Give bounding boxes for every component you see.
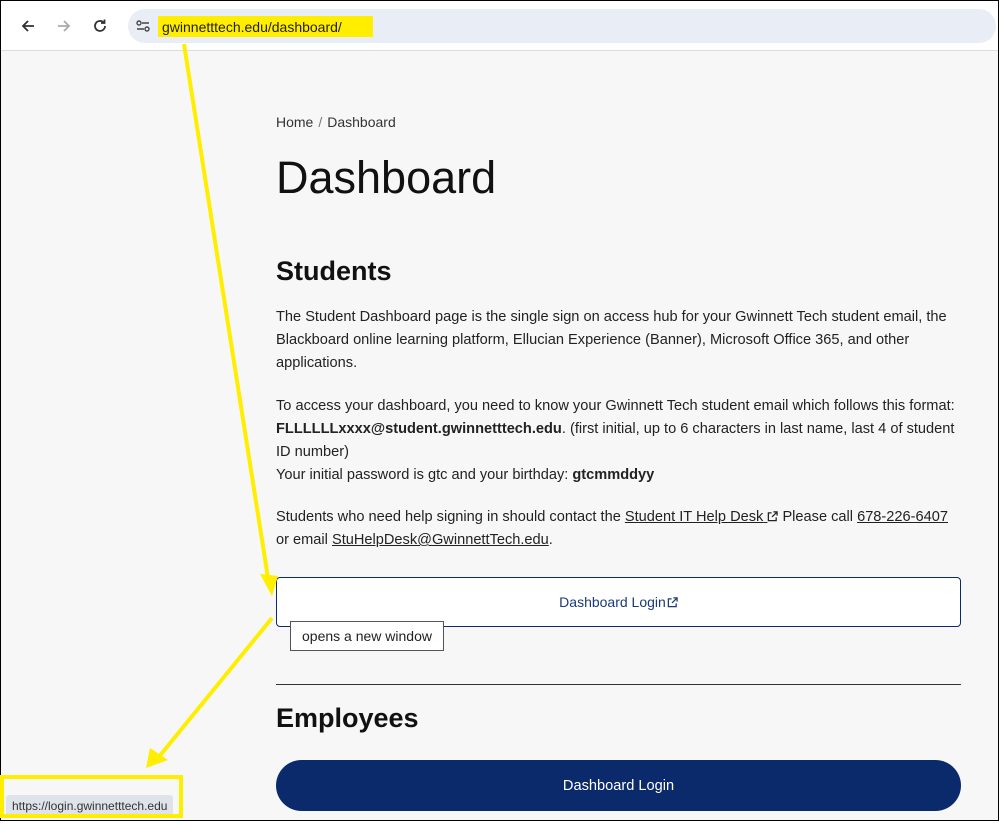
password-format: gtcmmddyy (572, 467, 655, 483)
help-text: Students who need help signing in should… (276, 509, 625, 525)
or-text: or email (276, 532, 332, 548)
access-text: To access your dashboard, you need to kn… (276, 398, 955, 414)
url-text[interactable]: gwinnetttech.edu/dashboard/ (162, 17, 342, 37)
students-intro: The Student Dashboard page is the single… (276, 309, 947, 371)
browser-toolbar: gwinnetttech.edu/dashboard/ (1, 1, 998, 51)
breadcrumb-current: Dashboard (327, 114, 396, 130)
page-viewport: Home / Dashboard Dashboard Students The St… (1, 51, 998, 820)
page-title: Dashboard (276, 152, 497, 203)
external-link-icon (768, 511, 779, 522)
help-desk-link-label: Student IT Help Desk (624, 509, 764, 525)
back-icon[interactable] (16, 14, 40, 38)
external-link-icon (667, 596, 678, 607)
students-heading: Students (276, 256, 392, 286)
students-access-info: To access your dashboard, you need to kn… (276, 395, 961, 487)
student-dashboard-login-button[interactable]: Dashboard Login (276, 577, 961, 627)
phone-link[interactable]: 678-226-6407 (857, 509, 948, 525)
students-help-info: Students who need help signing in should… (276, 506, 961, 552)
site-settings-icon[interactable] (135, 18, 151, 34)
email-link[interactable]: StuHelpDesk@GwinnettTech.edu (332, 532, 549, 548)
new-window-tooltip: opens a new window (290, 621, 444, 651)
breadcrumb: Home / Dashboard (276, 114, 396, 130)
section-divider (276, 684, 961, 685)
breadcrumb-separator: / (318, 114, 323, 130)
call-text: Please call (778, 509, 858, 525)
help-desk-link[interactable]: Student IT Help Desk (625, 509, 779, 525)
employee-dashboard-login-button[interactable]: Dashboard Login (276, 760, 961, 811)
employees-heading: Employees (276, 703, 419, 733)
status-url-highlight-annotation (0, 775, 183, 818)
email-format: FLLLLLLxxxx@student.gwinnetttech.edu (276, 421, 562, 437)
password-text: Your initial password is gtc and your bi… (276, 467, 573, 483)
reload-icon[interactable] (88, 14, 112, 38)
help-end: . (548, 532, 553, 548)
student-login-label: Dashboard Login (559, 594, 666, 610)
browser-window: gwinnetttech.edu/dashboard/ Home / Dashboa… (0, 0, 999, 821)
forward-icon[interactable] (52, 14, 76, 38)
breadcrumb-home[interactable]: Home (276, 114, 313, 130)
